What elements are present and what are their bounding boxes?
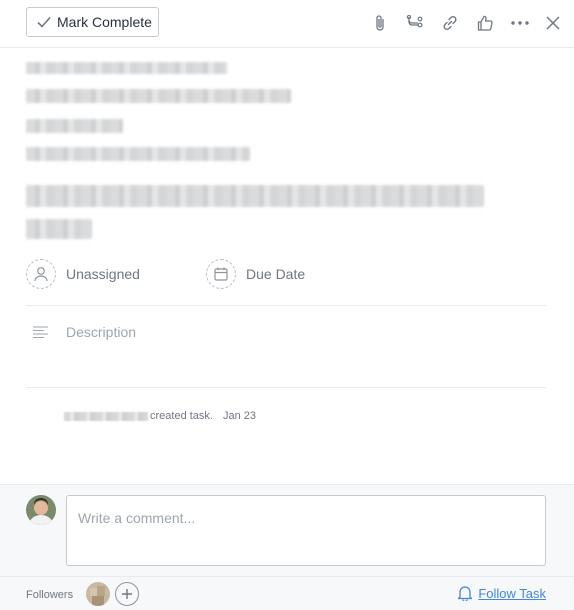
comment-placeholder: Write a comment...: [78, 510, 196, 526]
divider: [0, 576, 574, 577]
redacted-text: [26, 119, 123, 133]
mark-complete-label: Mark Complete: [57, 14, 152, 30]
redacted-text: [26, 147, 250, 161]
more-icon[interactable]: [509, 12, 531, 34]
person-icon: [26, 259, 56, 289]
follow-task-button[interactable]: Follow Task: [458, 585, 546, 601]
attachment-icon[interactable]: [369, 12, 391, 34]
divider: [26, 305, 546, 306]
like-icon[interactable]: [474, 12, 496, 34]
activity-story: created task. Jan 23: [64, 410, 256, 422]
assignee-label: Unassigned: [66, 266, 140, 282]
followers-label: Followers: [26, 589, 74, 601]
activity-text: created task.: [150, 410, 213, 422]
calendar-icon: [206, 259, 236, 289]
mark-complete-button[interactable]: Mark Complete: [26, 7, 159, 37]
redacted-text: [26, 89, 291, 103]
plus-icon: [122, 589, 132, 599]
description-field[interactable]: Description: [26, 318, 546, 378]
redacted-user-name[interactable]: [64, 411, 148, 421]
redacted-text: [26, 62, 227, 74]
bell-icon: [458, 586, 473, 601]
comment-input[interactable]: Write a comment...: [66, 495, 546, 566]
link-icon[interactable]: [439, 12, 461, 34]
assignee-field[interactable]: Unassigned: [26, 258, 140, 290]
follow-task-label: Follow Task: [478, 585, 546, 601]
due-date-label: Due Date: [246, 266, 306, 282]
activity-date: Jan 23: [222, 410, 257, 422]
redacted-task-title[interactable]: [26, 219, 92, 239]
redacted-task-title[interactable]: [26, 185, 484, 207]
follower-avatar[interactable]: [86, 582, 110, 606]
avatar: [26, 495, 56, 525]
subtask-icon[interactable]: [404, 12, 426, 34]
checkmark-icon: [37, 16, 51, 28]
comment-composer: Write a comment... Followers Follow Task: [0, 484, 574, 610]
due-date-field[interactable]: Due Date: [206, 258, 305, 290]
close-icon[interactable]: [542, 12, 564, 34]
task-toolbar: Mark Complete: [0, 0, 574, 48]
description-icon: [33, 326, 48, 338]
divider: [26, 387, 546, 388]
description-placeholder: Description: [66, 324, 137, 340]
add-follower-button[interactable]: [115, 582, 139, 606]
